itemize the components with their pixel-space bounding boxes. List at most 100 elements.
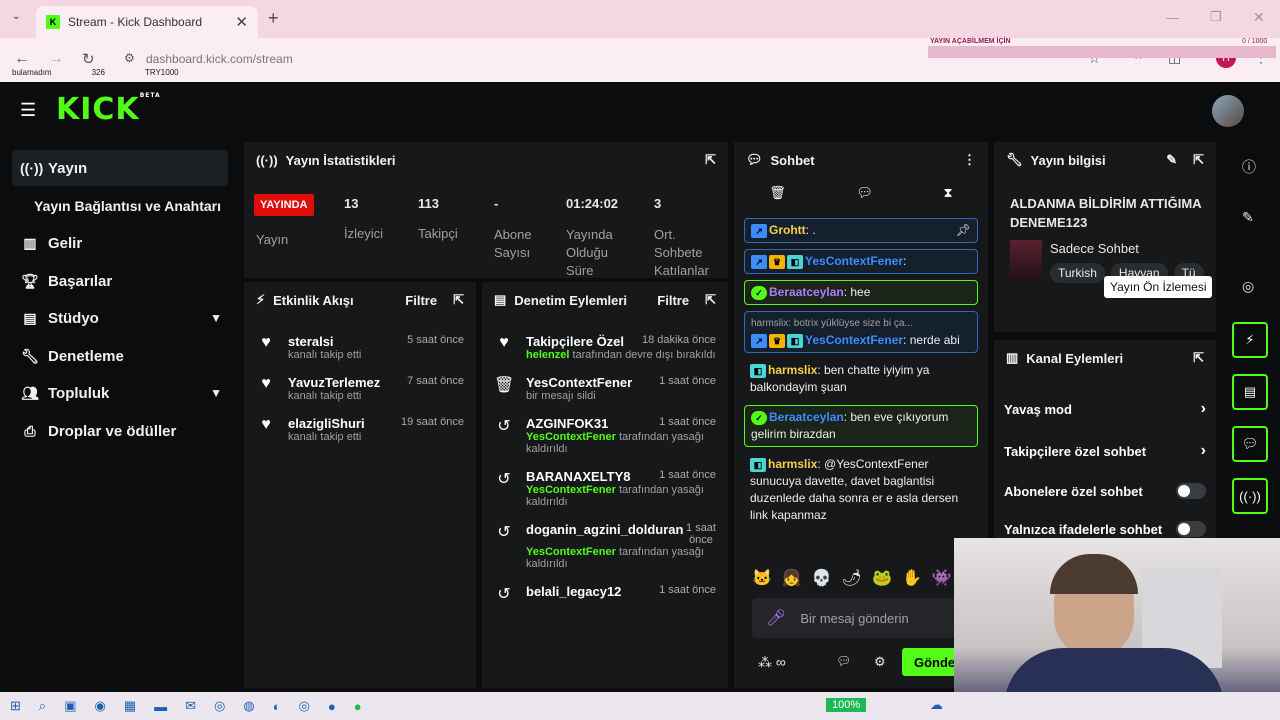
chat-input[interactable]: 🎤︎ Bir mesaj gönderin ☺ (752, 598, 982, 638)
popout-icon[interactable]: ⇱ (453, 292, 464, 308)
task-view-icon[interactable]: ▣ (64, 698, 76, 714)
chat-username[interactable]: YesContextFener (805, 333, 903, 347)
sidebar-item-gelir[interactable]: ▥ Gelir (12, 225, 228, 261)
back-icon[interactable]: ← (14, 50, 30, 68)
points-value: ∞ (775, 654, 786, 670)
hourglass-icon[interactable]: ⧗ (944, 185, 953, 201)
stream-title: ALDANMA BİLDİRİM ATTIĞIMA DENEME123 (1010, 196, 1202, 230)
popout-icon[interactable]: ⇱ (705, 292, 716, 308)
emote-icon[interactable]: 👾 (932, 568, 952, 588)
new-tab-icon[interactable]: + (268, 8, 279, 29)
browser-tab[interactable]: K Stream - Kick Dashboard ✕ (36, 6, 258, 38)
edge-icon[interactable]: ◉ (94, 698, 105, 714)
weather-icon[interactable]: ☁ (930, 697, 943, 713)
category-name[interactable]: Sadece Sohbet (1050, 241, 1139, 256)
emote-icon[interactable]: 🐱 (752, 568, 772, 588)
chrome-icon[interactable]: ◎ (214, 698, 225, 714)
search-icon[interactable]: ⌕ (39, 698, 46, 714)
rail-chat-button[interactable]: 💬︎ (1232, 426, 1268, 462)
site-info-icon[interactable]: ⚙ (124, 51, 135, 65)
filter-button[interactable]: Filtre (657, 293, 689, 308)
info-icon[interactable]: ⓘ (1242, 157, 1256, 177)
filter-button[interactable]: Filtre (405, 293, 437, 308)
followers-only-row[interactable]: Takipçilere özel sohbet › (994, 430, 1216, 472)
chat-username[interactable]: Beraatceylan (769, 410, 844, 424)
chrome-alt-icon[interactable]: ◎ (299, 698, 310, 714)
emote-icon[interactable]: 💀 (812, 568, 832, 588)
slow-mode-row[interactable]: Yavaş mod › (994, 388, 1216, 430)
minimize-icon[interactable]: — (1166, 10, 1179, 25)
emote-icon[interactable]: 🌶 (842, 568, 862, 588)
chat-message: harmslix: botrix yüklüyse size bi ça... ↗… (744, 311, 978, 353)
sidebar-item-label: Denetleme (48, 347, 124, 365)
sidebar-item-topluluk[interactable]: 👥︎ Topluluk ▼ (12, 375, 228, 411)
activity-desc: kanalı takip etti (288, 349, 362, 361)
emote-icon[interactable]: ✋ (902, 568, 922, 588)
sidebar-item-stream-key[interactable]: Yayın Bağlantısı ve Anahtarı (26, 188, 242, 224)
reload-icon[interactable]: ↻ (82, 50, 95, 68)
chat-bubble-icon[interactable]: 💬︎ (856, 185, 873, 201)
trash-icon[interactable]: 🗑︎ (769, 185, 786, 201)
spotify-icon[interactable]: ● (354, 699, 362, 714)
store-icon[interactable]: ▦ (124, 698, 136, 714)
points-icon[interactable]: ⁂ ∞ (758, 654, 786, 671)
tab-list-icon[interactable]: ⌄ (12, 11, 20, 22)
popout-icon[interactable]: ⇱ (1193, 350, 1204, 366)
hamburger-menu-icon[interactable]: ☰ (20, 100, 36, 121)
microphone-icon[interactable]: 🎤︎ (766, 608, 786, 628)
panel-title: Yayın bilgisi (1030, 152, 1106, 168)
discord-icon[interactable]: ◍ (243, 698, 254, 714)
user-avatar[interactable] (1212, 95, 1244, 127)
sidebar-item-droplar[interactable]: ⎙ Droplar ve ödüller (12, 413, 228, 449)
undo-icon: ↺ (497, 471, 511, 488)
forward-icon[interactable]: → (48, 50, 64, 68)
rail-activity-button[interactable]: ⚡︎ (1232, 322, 1268, 358)
chat-username[interactable]: harmslix (768, 457, 817, 471)
tag-chip[interactable]: Turkish (1050, 263, 1105, 283)
kick-logo[interactable]: KICKBETA (56, 92, 161, 127)
windows-start-icon[interactable]: ⊞ (10, 698, 21, 714)
pin-icon[interactable]: 📌︎ (956, 222, 971, 239)
chat-bubble-icon[interactable]: 💬︎ (836, 654, 851, 668)
more-vertical-icon[interactable]: ⋮ (963, 152, 976, 168)
edit-pencil-icon[interactable]: ✎ (1242, 209, 1254, 226)
close-tab-icon[interactable]: ✕ (235, 13, 248, 31)
settings-gear-icon[interactable]: ⚙ (874, 654, 886, 670)
chat-username[interactable]: Grohtt (769, 223, 806, 237)
maximize-icon[interactable]: ❐ (1210, 9, 1222, 25)
rail-moderation-button[interactable]: ▤ (1232, 374, 1268, 410)
emote-row[interactable]: 🐱 👧 💀 🌶 🐸 ✋ 👾 (752, 568, 952, 588)
steam-icon[interactable]: ◐ (273, 699, 281, 714)
stat-label: Ort. Sohbete Katılanlar (654, 227, 709, 278)
mod-badge-icon: ↗ (751, 223, 767, 238)
chat-text: : . (805, 223, 816, 237)
mail-icon[interactable]: ✉ (185, 698, 196, 714)
edit-pencil-icon[interactable]: ✎ (1166, 152, 1177, 168)
emotes-only-toggle[interactable] (1176, 521, 1206, 537)
window-close-icon[interactable]: ✕ (1253, 9, 1265, 26)
chat-username[interactable]: YesContextFener (805, 254, 903, 268)
sidebar-item-denetleme[interactable]: 🔧︎ Denetleme (12, 338, 228, 374)
folder-icon[interactable]: ▬ (154, 699, 167, 714)
obs-icon[interactable]: ● (328, 699, 336, 714)
lightning-icon: ⚡︎ (256, 292, 266, 307)
emote-icon[interactable]: 🐸 (872, 568, 892, 588)
popout-icon[interactable]: ⇱ (1193, 152, 1204, 168)
stat-label: İzleyici (344, 226, 384, 241)
stat-value: 13 (344, 196, 359, 211)
popout-icon[interactable]: ⇱ (705, 152, 716, 168)
chat-username[interactable]: Beraatceylan (769, 285, 844, 299)
emote-icon[interactable]: 👧 (782, 568, 802, 588)
document-icon: ▤ (494, 292, 507, 307)
trophy-icon: 🏆︎ (21, 272, 39, 289)
chat-username[interactable]: harmslix (768, 363, 817, 377)
sidebar-item-yayin[interactable]: ((·)) Yayın (12, 150, 228, 186)
overlay-label: YAYIN AÇABİLMEM İÇİN (930, 38, 1011, 45)
rail-stats-button[interactable]: ((·)) (1232, 478, 1268, 514)
sidebar-item-basarilar[interactable]: 🏆︎ Başarılar (12, 263, 228, 299)
url-field[interactable]: ⚙ dashboard.kick.com/stream (114, 44, 924, 74)
document-icon: ▤ (1243, 384, 1257, 399)
stream-preview-icon[interactable]: ◎ (1242, 278, 1254, 295)
subscribers-only-toggle[interactable] (1176, 483, 1206, 499)
sidebar-item-studyo[interactable]: ▤ Stüdyo ▼ (12, 300, 228, 336)
